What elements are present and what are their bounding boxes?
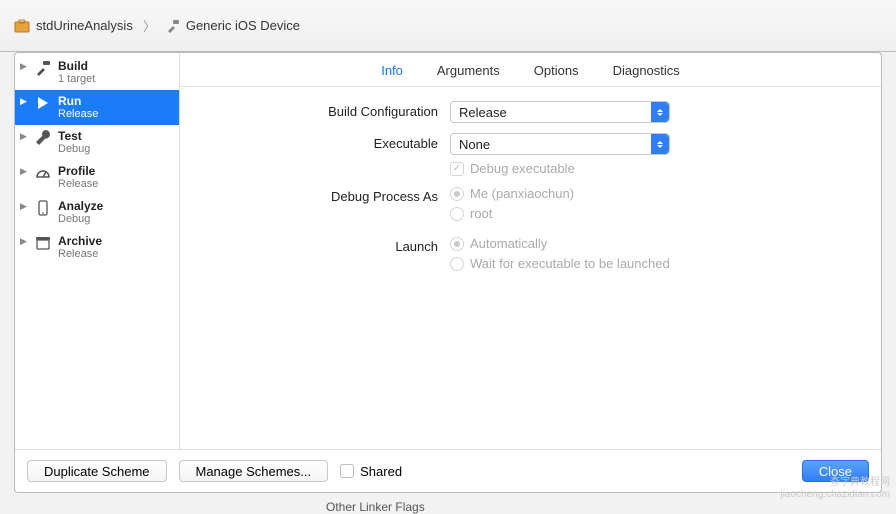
detail-pane: Info Arguments Options Diagnostics Build…: [180, 53, 881, 449]
dropdown-arrow-icon: [651, 102, 669, 122]
scheme-editor-sheet: ▶ Build1 target ▶ RunRelease ▶ TestDebug…: [14, 52, 882, 493]
detail-tabs: Info Arguments Options Diagnostics: [180, 53, 881, 87]
gauge-icon: [34, 164, 52, 181]
sidebar-item-title: Run: [58, 94, 98, 108]
launch-label: Launch: [200, 236, 450, 254]
disclosure-triangle-icon[interactable]: ▶: [19, 164, 28, 177]
hammer-icon: [34, 59, 52, 76]
hammer-icon: [166, 19, 180, 33]
radio-icon: [450, 207, 464, 221]
radio-icon: [450, 237, 464, 251]
shared-label: Shared: [360, 464, 402, 479]
disclosure-triangle-icon[interactable]: ▶: [19, 59, 28, 72]
archive-box-icon: [34, 234, 52, 251]
launch-wait-label: Wait for executable to be launched: [470, 256, 670, 271]
sidebar-item-title: Profile: [58, 164, 98, 178]
debug-process-me-radio: Me (panxiaochun): [450, 186, 861, 201]
debug-process-root-label: root: [470, 206, 492, 221]
sidebar-item-title: Analyze: [58, 199, 103, 213]
sidebar-item-title: Archive: [58, 234, 102, 248]
radio-icon: [450, 187, 464, 201]
sidebar-item-subtitle: Release: [58, 108, 98, 121]
dropdown-arrow-icon: [651, 134, 669, 154]
radio-icon: [450, 257, 464, 271]
sidebar-item-title: Test: [58, 129, 90, 143]
debug-process-as-label: Debug Process As: [200, 186, 450, 204]
debug-process-root-radio: root: [450, 206, 861, 221]
tab-options[interactable]: Options: [534, 63, 579, 78]
breadcrumb-project-label: stdUrineAnalysis: [36, 18, 133, 33]
sidebar-item-subtitle: Debug: [58, 213, 103, 226]
launch-automatically-label: Automatically: [470, 236, 547, 251]
checkbox-icon: [450, 162, 464, 176]
debug-executable-checkbox: Debug executable: [450, 161, 861, 176]
launch-automatically-radio: Automatically: [450, 236, 861, 251]
disclosure-triangle-icon[interactable]: ▶: [19, 199, 28, 212]
manage-schemes-button[interactable]: Manage Schemes...: [179, 460, 329, 482]
build-configuration-label: Build Configuration: [200, 101, 450, 119]
sidebar-item-run[interactable]: ▶ RunRelease: [15, 90, 179, 125]
tab-diagnostics[interactable]: Diagnostics: [613, 63, 680, 78]
scheme-toolbar: stdUrineAnalysis 〉 Generic iOS Device: [0, 0, 896, 52]
duplicate-scheme-button[interactable]: Duplicate Scheme: [27, 460, 167, 482]
checkbox-icon: [340, 464, 354, 478]
sidebar-item-test[interactable]: ▶ TestDebug: [15, 125, 179, 160]
sidebar-item-subtitle: Release: [58, 248, 102, 261]
briefcase-icon: [14, 19, 30, 33]
breadcrumb-target-label: Generic iOS Device: [186, 18, 300, 33]
tab-info[interactable]: Info: [381, 63, 403, 78]
executable-value: None: [459, 137, 490, 152]
sidebar-item-analyze[interactable]: ▶ AnalyzeDebug: [15, 195, 179, 230]
shared-checkbox[interactable]: Shared: [340, 464, 402, 479]
build-configuration-value: Release: [459, 105, 507, 120]
close-button[interactable]: Close: [802, 460, 869, 482]
play-icon: [34, 94, 52, 111]
breadcrumb-target[interactable]: Generic iOS Device: [166, 18, 300, 33]
breadcrumb-project[interactable]: stdUrineAnalysis: [14, 18, 133, 33]
chevron-right-icon: 〉: [143, 16, 156, 35]
executable-select[interactable]: None: [450, 133, 670, 155]
disclosure-triangle-icon[interactable]: ▶: [19, 94, 28, 107]
debug-executable-label: Debug executable: [470, 161, 575, 176]
scheme-action-sidebar: ▶ Build1 target ▶ RunRelease ▶ TestDebug…: [15, 53, 180, 449]
sidebar-item-archive[interactable]: ▶ ArchiveRelease: [15, 230, 179, 265]
background-build-setting-label: Other Linker Flags: [326, 500, 425, 514]
tab-arguments[interactable]: Arguments: [437, 63, 500, 78]
sheet-footer: Duplicate Scheme Manage Schemes... Share…: [15, 449, 881, 492]
sidebar-item-title: Build: [58, 59, 95, 73]
sidebar-item-profile[interactable]: ▶ ProfileRelease: [15, 160, 179, 195]
disclosure-triangle-icon[interactable]: ▶: [19, 129, 28, 142]
sheet-body: ▶ Build1 target ▶ RunRelease ▶ TestDebug…: [15, 53, 881, 449]
info-form: Build Configuration Release Executable N…: [180, 87, 881, 300]
wrench-icon: [34, 129, 52, 146]
device-icon: [34, 199, 52, 216]
sidebar-item-subtitle: Debug: [58, 143, 90, 156]
debug-process-me-label: Me (panxiaochun): [470, 186, 574, 201]
build-configuration-select[interactable]: Release: [450, 101, 670, 123]
executable-label: Executable: [200, 133, 450, 151]
sidebar-item-subtitle: Release: [58, 178, 98, 191]
sidebar-item-subtitle: 1 target: [58, 73, 95, 86]
sidebar-item-build[interactable]: ▶ Build1 target: [15, 55, 179, 90]
disclosure-triangle-icon[interactable]: ▶: [19, 234, 28, 247]
launch-wait-radio: Wait for executable to be launched: [450, 256, 861, 271]
